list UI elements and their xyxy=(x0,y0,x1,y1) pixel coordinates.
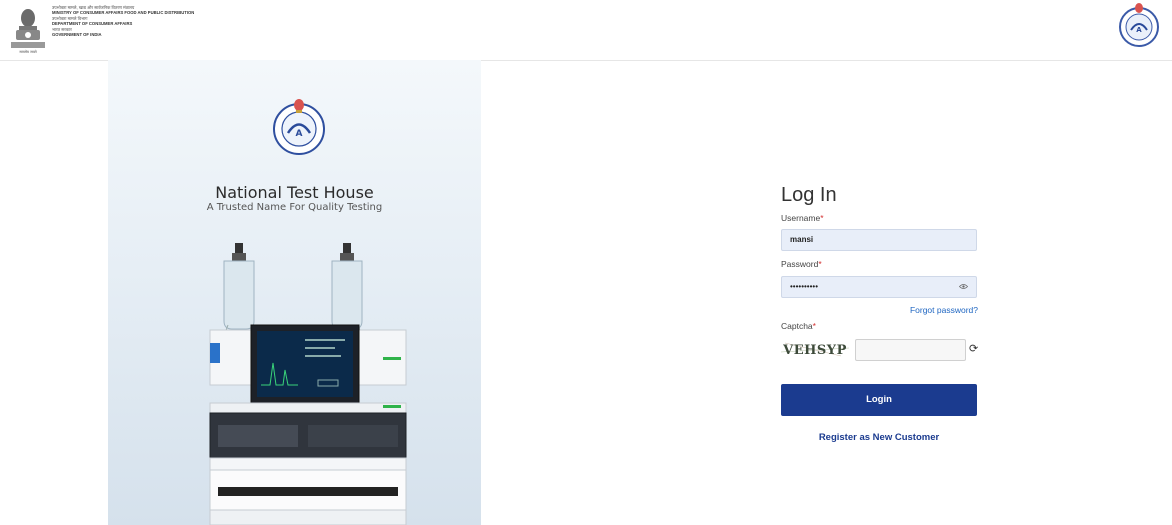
hero-tagline: A Trusted Name For Quality Testing xyxy=(206,202,383,213)
lab-instrument-illustration xyxy=(209,243,407,525)
required-mark: * xyxy=(812,321,816,331)
show-password-eye-icon[interactable] xyxy=(959,283,968,290)
captcha-label: Captcha* xyxy=(781,321,816,331)
required-mark: * xyxy=(820,213,824,223)
svg-text:सत्यमेव जयते: सत्यमेव जयते xyxy=(19,49,37,54)
username-label: Username* xyxy=(781,213,824,223)
nth-logo-icon: A xyxy=(1119,3,1159,47)
svg-text:VEHSYP: VEHSYP xyxy=(782,343,847,358)
password-input[interactable]: •••••••••• xyxy=(781,276,977,298)
password-label: Password* xyxy=(781,259,822,269)
login-title: Log In xyxy=(781,184,837,206)
nth-emblem-icon: A xyxy=(273,99,325,155)
ministry-text: उपभोक्ता मामले, खाद्य और सार्वजनिक वितरण… xyxy=(52,5,194,37)
site-header: सत्यमेव जयते उपभोक्ता मामले, खाद्य और सा… xyxy=(0,0,1172,61)
username-value: mansi xyxy=(790,235,814,244)
hero-title: National Test House xyxy=(215,183,374,202)
captcha-image: VEHSYP xyxy=(781,340,849,358)
forgot-password-link[interactable]: Forgot password? xyxy=(910,305,978,315)
login-button[interactable]: Login xyxy=(781,384,977,416)
password-value: •••••••••• xyxy=(790,282,819,291)
captcha-input[interactable] xyxy=(855,339,966,361)
username-input[interactable]: mansi xyxy=(781,229,977,251)
govt-english: GOVERNMENT OF INDIA xyxy=(52,32,102,38)
national-emblem-icon: सत्यमेव जयते xyxy=(11,9,45,54)
svg-text:A: A xyxy=(296,129,303,139)
refresh-captcha-icon[interactable]: ⟳ xyxy=(969,342,979,356)
required-mark: * xyxy=(818,259,822,269)
svg-text:A: A xyxy=(1136,26,1142,34)
hero-panel: A National Test House A Trusted Name For… xyxy=(108,60,481,525)
register-new-customer-link[interactable]: Register as New Customer xyxy=(781,432,977,443)
